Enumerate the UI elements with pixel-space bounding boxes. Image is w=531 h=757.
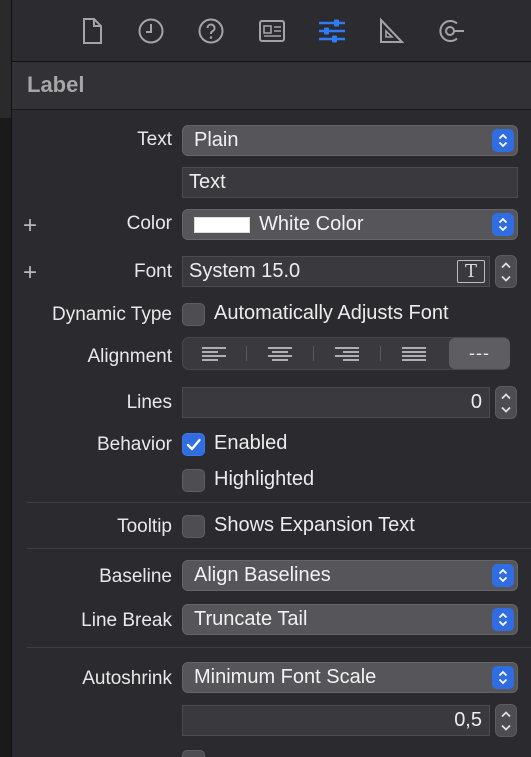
align-right-icon[interactable] xyxy=(314,338,379,369)
align-justify-icon[interactable] xyxy=(381,338,447,369)
dynamic-type-checkbox[interactable] xyxy=(182,303,205,326)
attributes-icon[interactable] xyxy=(315,14,349,48)
popup-arrows-icon xyxy=(492,564,514,587)
text-label: Text xyxy=(137,129,172,150)
lines-label: Lines xyxy=(126,392,172,413)
popup-arrows-icon xyxy=(492,666,514,689)
section-header: Label xyxy=(12,62,531,110)
lines-field[interactable]: 0 xyxy=(182,387,490,418)
popup-arrows-icon xyxy=(492,129,514,152)
font-field[interactable]: System 15.0 T xyxy=(182,256,490,287)
stepper-down-icon[interactable] xyxy=(496,720,516,735)
alignment-label: Alignment xyxy=(87,346,173,367)
color-popup[interactable]: White Color xyxy=(182,209,518,240)
line-break-label: Line Break xyxy=(81,610,172,631)
text-field[interactable]: Text xyxy=(182,167,518,198)
file-icon[interactable] xyxy=(75,14,109,48)
highlighted-checkbox[interactable] xyxy=(182,469,205,492)
color-add-variation-icon[interactable]: + xyxy=(23,214,37,238)
font-add-variation-icon[interactable]: + xyxy=(23,261,37,285)
connections-icon[interactable] xyxy=(434,14,468,48)
align-left-icon[interactable] xyxy=(183,338,245,369)
font-label: Font xyxy=(133,261,172,282)
lines-value: 0 xyxy=(470,391,482,413)
stepper-down-icon[interactable] xyxy=(496,402,516,417)
align-natural-segment[interactable]: --- xyxy=(449,338,510,369)
enabled-label[interactable]: Enabled xyxy=(214,432,287,455)
autoshrink-label: Autoshrink xyxy=(82,668,172,689)
stepper-down-icon[interactable] xyxy=(496,271,516,286)
dynamic-type-label: Dynamic Type xyxy=(51,304,172,325)
enabled-checkbox[interactable] xyxy=(182,433,205,456)
line-break-popup[interactable]: Truncate Tail xyxy=(182,604,518,635)
separator xyxy=(27,548,531,549)
inspector-body: Text Plain Text + Color White Color + Fo… xyxy=(12,110,531,757)
help-icon[interactable] xyxy=(194,14,228,48)
separator xyxy=(27,502,531,503)
stepper-up-icon[interactable] xyxy=(496,706,516,721)
color-swatch xyxy=(194,217,250,233)
text-field-value: Text xyxy=(189,171,226,193)
line-break-value: Truncate Tail xyxy=(194,608,308,630)
tooltip-checkbox[interactable] xyxy=(182,515,205,538)
dynamic-type-option[interactable]: Automatically Adjusts Font xyxy=(214,302,449,325)
align-center-icon[interactable] xyxy=(247,338,312,369)
text-type-value: Plain xyxy=(194,129,239,151)
section-title: Label xyxy=(27,72,85,97)
tooltip-option[interactable]: Shows Expansion Text xyxy=(214,514,415,537)
minimum-scale-field[interactable]: 0,5 xyxy=(182,705,490,736)
popup-arrows-icon xyxy=(492,608,514,631)
clock-icon[interactable] xyxy=(134,14,168,48)
highlighted-label[interactable]: Highlighted xyxy=(214,468,314,491)
stepper-up-icon[interactable] xyxy=(496,257,516,272)
separator xyxy=(27,647,531,648)
tooltip-label: Tooltip xyxy=(117,516,172,537)
baseline-popup[interactable]: Align Baselines xyxy=(182,560,518,591)
alignment-segmented-control[interactable]: --- xyxy=(182,337,510,370)
color-label: Color xyxy=(126,213,172,234)
identity-icon[interactable] xyxy=(255,14,289,48)
font-picker-icon[interactable]: T xyxy=(457,260,485,283)
left-edge xyxy=(0,0,12,757)
baseline-value: Align Baselines xyxy=(194,564,331,586)
baseline-label: Baseline xyxy=(99,566,172,587)
tighten-letter-spacing-checkbox[interactable] xyxy=(182,750,205,757)
minimum-scale-value: 0,5 xyxy=(454,709,482,731)
text-type-popup[interactable]: Plain xyxy=(182,125,518,156)
color-value: White Color xyxy=(259,213,364,235)
autoshrink-value: Minimum Font Scale xyxy=(194,666,377,688)
font-size-stepper[interactable] xyxy=(495,255,517,288)
autoshrink-popup[interactable]: Minimum Font Scale xyxy=(182,662,518,693)
minimum-scale-stepper[interactable] xyxy=(495,704,517,737)
inspector-toolbar xyxy=(12,0,531,62)
ruler-icon[interactable] xyxy=(374,14,408,48)
font-value: System 15.0 xyxy=(189,260,301,282)
lines-stepper[interactable] xyxy=(495,386,517,419)
behavior-label: Behavior xyxy=(97,434,172,455)
attributes-inspector: Label Text Plain Text + Color White Colo… xyxy=(12,0,531,757)
popup-arrows-icon xyxy=(492,213,514,236)
stepper-up-icon[interactable] xyxy=(496,388,516,403)
